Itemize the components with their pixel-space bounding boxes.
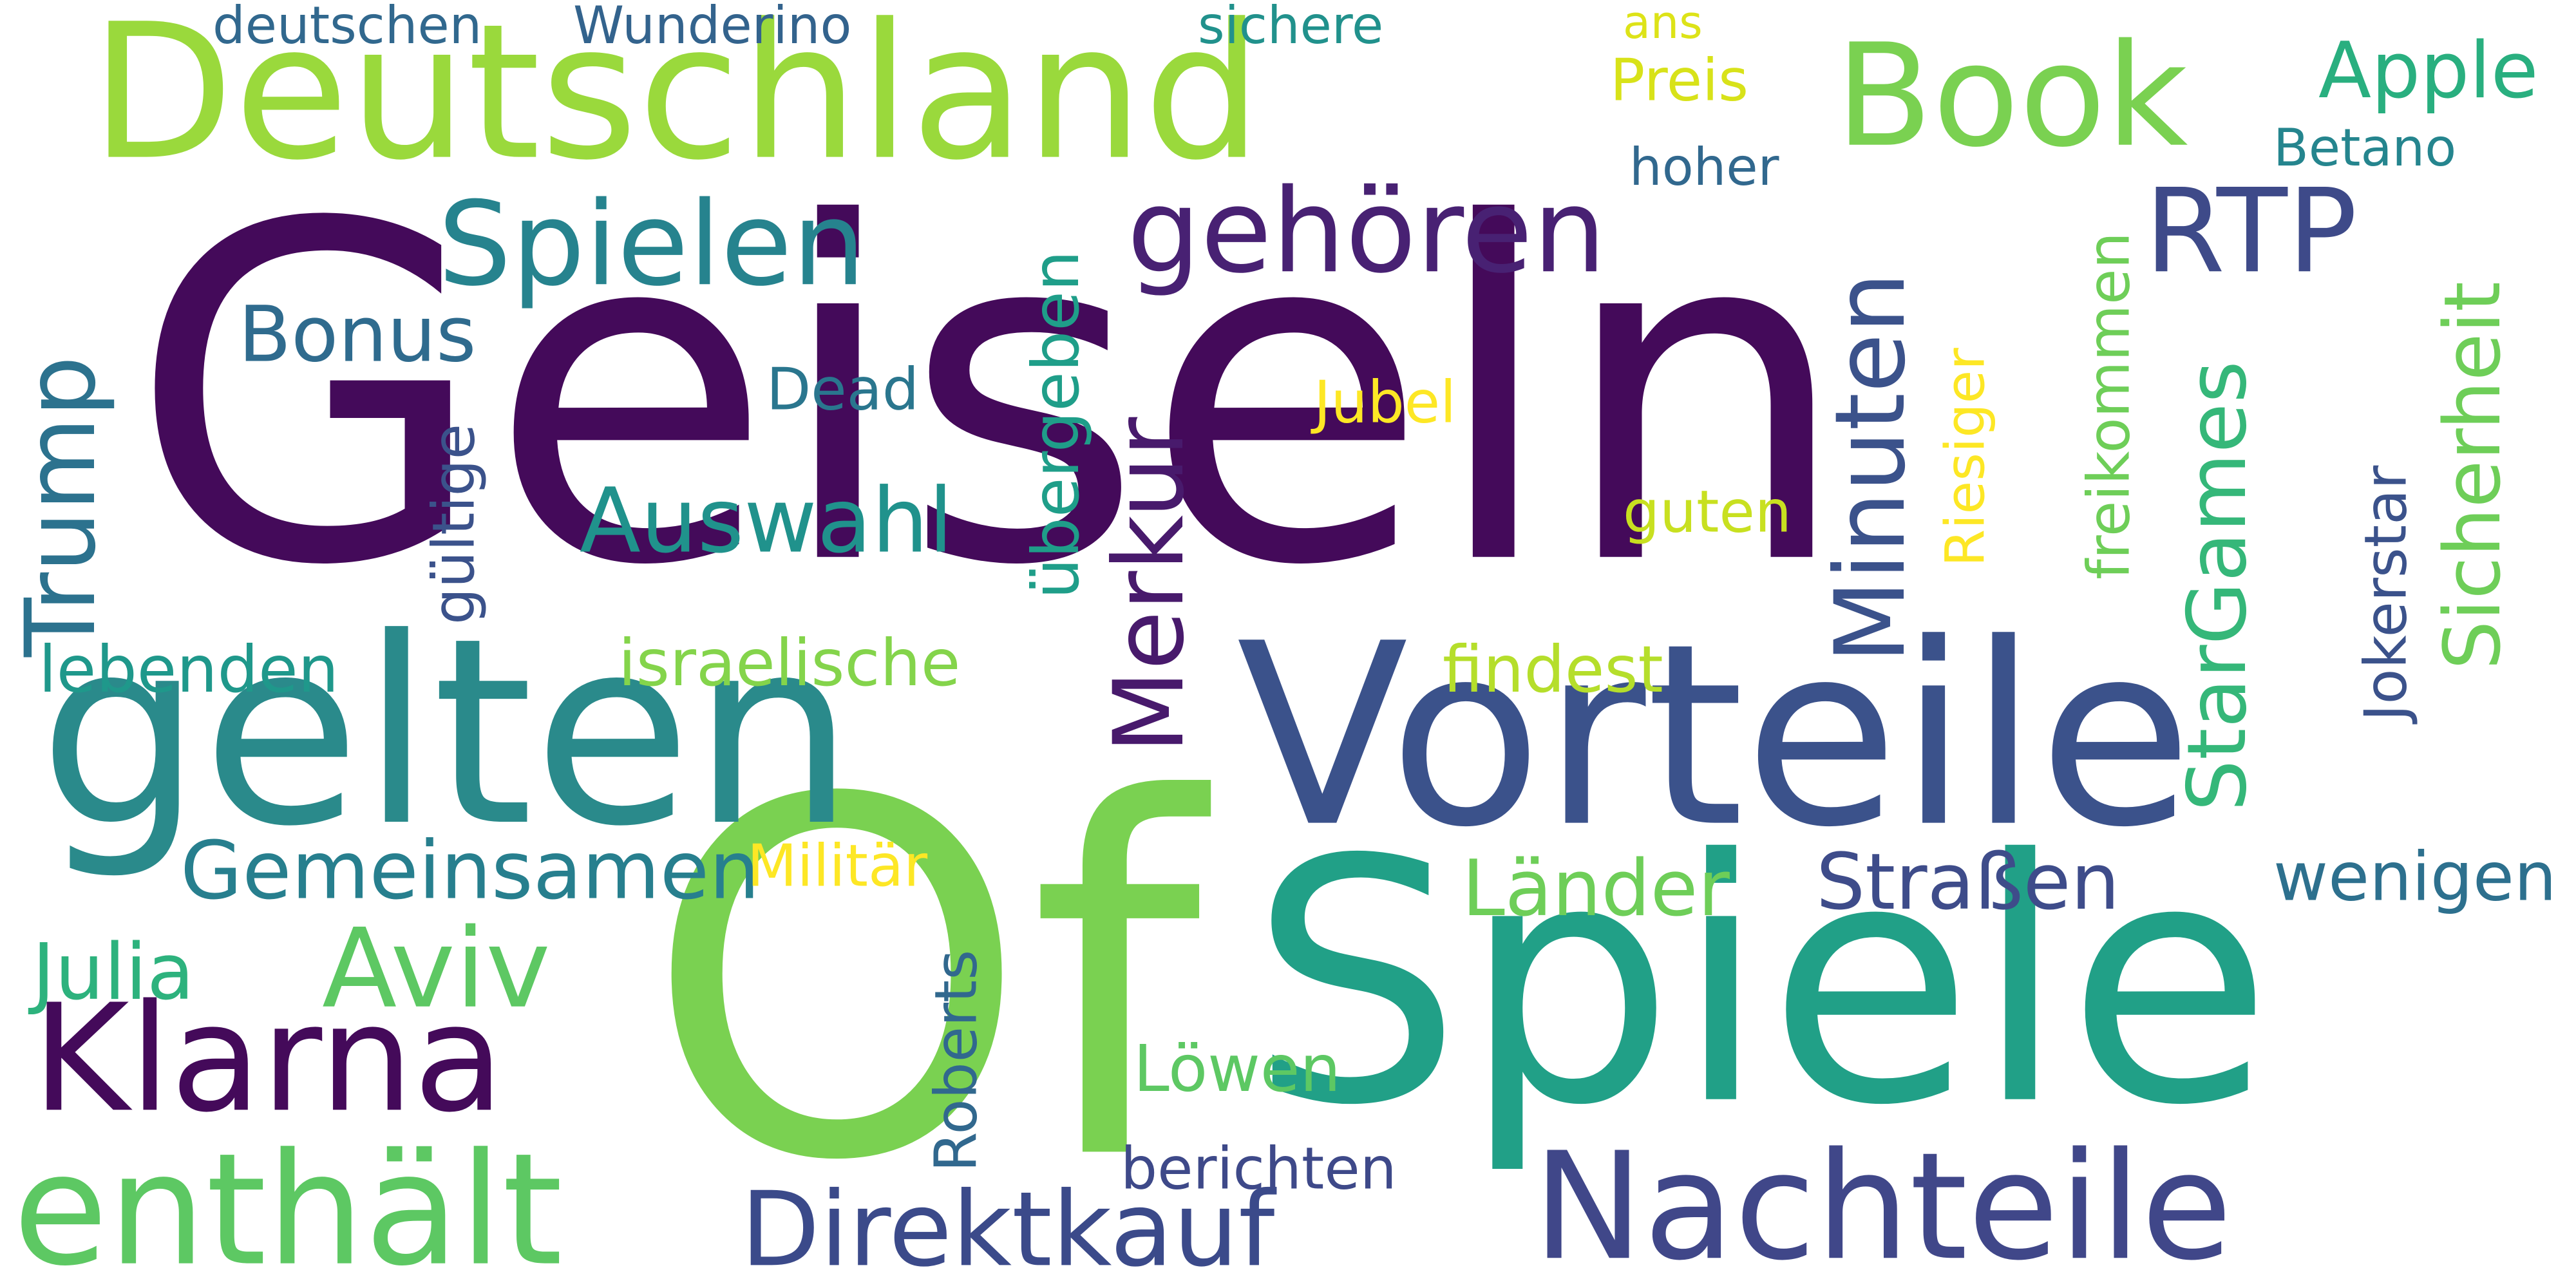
- word-ans: ans: [1623, 0, 1703, 49]
- word-laender: Länder: [1462, 843, 1730, 934]
- word-freikommen: freikommen: [2074, 232, 2143, 580]
- word-jokerstar: Jokerstar: [2351, 465, 2420, 721]
- word-gueltige: gültige: [419, 424, 488, 625]
- word-israelische: israelische: [618, 625, 961, 701]
- word-auswahl: Auswahl: [580, 468, 954, 573]
- word-sicherheit: Sicherheit: [2427, 281, 2518, 670]
- word-bonus: Bonus: [238, 289, 477, 380]
- word-enthaelt: enthält: [13, 1119, 563, 1288]
- word-berichten: berichten: [1121, 1134, 1397, 1203]
- word-jubel: Jubel: [1314, 368, 1457, 437]
- word-merkur: Merkur: [1092, 417, 1206, 753]
- word-riesiger: Riesiger: [1933, 348, 1997, 567]
- word-roberts: Roberts: [922, 949, 990, 1172]
- word-nachteile: Nachteile: [1533, 1120, 2233, 1288]
- word-findest: findest: [1443, 632, 1663, 707]
- word-betano: Betano: [2273, 117, 2457, 178]
- word-sichere: sichere: [1198, 0, 1384, 56]
- word-deutschen: deutschen: [213, 0, 482, 56]
- word-wenigen: wenigen: [2273, 837, 2557, 916]
- word-apple: Apple: [2318, 25, 2539, 116]
- word-stargames: StarGames: [2169, 361, 2265, 811]
- word-hoher: hoher: [1629, 137, 1779, 198]
- word-gemeinsamen: Gemeinsamen: [180, 823, 760, 918]
- word-aviv: Aviv: [322, 904, 551, 1033]
- word-wunderino: Wunderino: [573, 0, 852, 56]
- word-rtp: RTP: [2145, 163, 2358, 299]
- word-minuten: Minuten: [1814, 272, 1927, 663]
- word-book: Book: [1835, 13, 2188, 179]
- word-dead: Dead: [766, 355, 919, 424]
- word-julia: Julia: [32, 927, 194, 1018]
- word-vorteile: Vorteile: [1236, 589, 2193, 884]
- word-preis: Preis: [1610, 46, 1748, 115]
- word-cloud: Geiseln Of Spiele Vorteile gelten Deutsc…: [0, 0, 2576, 1288]
- word-gehoeren: gehören: [1127, 163, 1607, 299]
- word-strassen: Straßen: [1816, 837, 2120, 927]
- word-uebergeben: übergeben: [1018, 250, 1094, 599]
- word-militaer: Militär: [747, 831, 928, 900]
- word-trump: Trump: [4, 355, 118, 657]
- word-guten: guten: [1623, 477, 1792, 546]
- word-loewen: Löwen: [1133, 1031, 1341, 1106]
- word-lebenden: lebenden: [39, 632, 339, 707]
- word-spielen: Spielen: [438, 176, 866, 312]
